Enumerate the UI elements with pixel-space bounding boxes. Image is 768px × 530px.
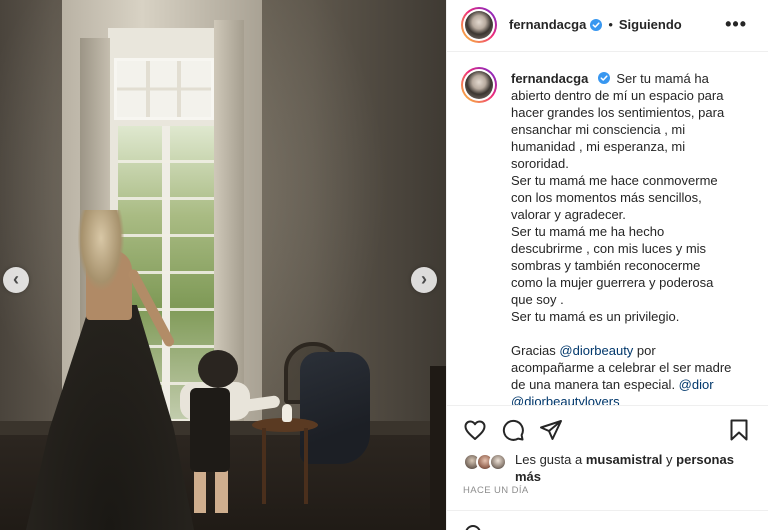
caption-line: valorar y agradecer. [511, 207, 626, 222]
woman-hair [78, 210, 124, 290]
post-actions: Les gusta a musamistral y personas más H… [447, 405, 768, 523]
post-photo[interactable]: ‹ › [0, 0, 446, 530]
caption-thanks-line: de una manera tan especial. @dior [511, 376, 757, 393]
heart-icon[interactable] [463, 418, 487, 442]
caption-line: ensanchar mi consciencia , mi [511, 122, 686, 137]
child-legs [194, 468, 228, 513]
caption-line: que soy . [511, 292, 564, 307]
post-side-panel: fernandacga • Siguiendo ••• fernandacga S… [446, 0, 768, 530]
carousel-prev-button[interactable]: ‹ [3, 267, 29, 293]
comment-icon[interactable] [501, 418, 525, 442]
username-link[interactable]: fernandacga [509, 17, 586, 32]
chevron-right-icon: › [421, 269, 427, 289]
caption-text: fernandacga Ser tu mamá ha abierto dentro… [511, 70, 757, 405]
caption-line: sororidad. [511, 156, 569, 171]
mention-link[interactable]: @dior [679, 377, 714, 392]
caption-line: Ser tu mamá me ha hecho [511, 224, 665, 239]
caption-line: sombras y también reconocerme [511, 258, 701, 273]
dark-stand [430, 366, 446, 530]
caption-username[interactable]: fernandacga [511, 71, 588, 86]
caption-text-fragment: de una manera tan especial. [511, 377, 679, 392]
share-icon[interactable] [539, 418, 563, 442]
header-user-line: fernandacga • Siguiendo [509, 17, 682, 32]
child-head [198, 350, 238, 388]
caption-line: abierto dentro de mí un espacio para [511, 88, 724, 103]
caption-line: acompañarme a celebrar el ser madre [511, 360, 732, 375]
caption-thanks-line: Gracias @diorbeauty por [511, 342, 757, 359]
table-leg [262, 428, 266, 504]
caption-text-fragment: Gracias [511, 343, 560, 358]
caption-line: descubrirme , con mis luces y mis [511, 241, 707, 256]
coat-on-chair [300, 352, 370, 464]
caption-line: Ser tu mamá me hace conmoverme [511, 173, 718, 188]
post-header: fernandacga • Siguiendo ••• [447, 0, 768, 52]
likes-connector: y [662, 452, 677, 467]
bookmark-icon[interactable] [727, 418, 751, 442]
mention-link[interactable]: @diorbeautylovers [511, 393, 757, 405]
post-timestamp[interactable]: HACE UN DÍA [463, 485, 529, 496]
add-comment-bar[interactable] [447, 510, 768, 530]
emoji-icon[interactable] [465, 525, 481, 530]
likes-prefix: Les gusta a [515, 452, 586, 467]
verified-badge-icon [590, 18, 603, 31]
table-leg [304, 428, 308, 504]
caption-line: como la mujer guerrera y poderosa [511, 275, 714, 290]
verified-badge-icon [598, 72, 611, 84]
more-options-icon[interactable]: ••• [725, 14, 747, 35]
caption-line: Ser tu mamá es un privilegio. [511, 309, 680, 324]
liker-username-link[interactable]: musamistral [586, 452, 663, 467]
mention-link[interactable]: @diorbeauty [559, 343, 633, 358]
following-button[interactable]: Siguiendo [619, 17, 682, 32]
caption-line: Ser tu mamá ha [616, 71, 709, 86]
caption-text-fragment: por [633, 343, 656, 358]
carousel-next-button[interactable]: › [411, 267, 437, 293]
caption-line: humanidad , mi esperanza, mi [511, 139, 686, 154]
small-vase [282, 404, 292, 422]
likes-text: Les gusta a musamistral y personas más [515, 451, 760, 485]
child-overall [190, 388, 230, 472]
chevron-left-icon: ‹ [13, 269, 19, 289]
avatar[interactable] [461, 67, 497, 103]
caption-line: hacer grandes los sentimientos, para [511, 105, 725, 120]
separator-dot: • [608, 17, 613, 32]
window-transom [114, 58, 214, 120]
caption-line: con los momentos más sencillos, [511, 190, 702, 205]
caption-scroll-area[interactable]: fernandacga Ser tu mamá ha abierto dentro… [447, 53, 768, 405]
liker-avatar[interactable] [489, 453, 507, 471]
avatar[interactable] [461, 7, 497, 43]
caption-gap [511, 325, 757, 342]
